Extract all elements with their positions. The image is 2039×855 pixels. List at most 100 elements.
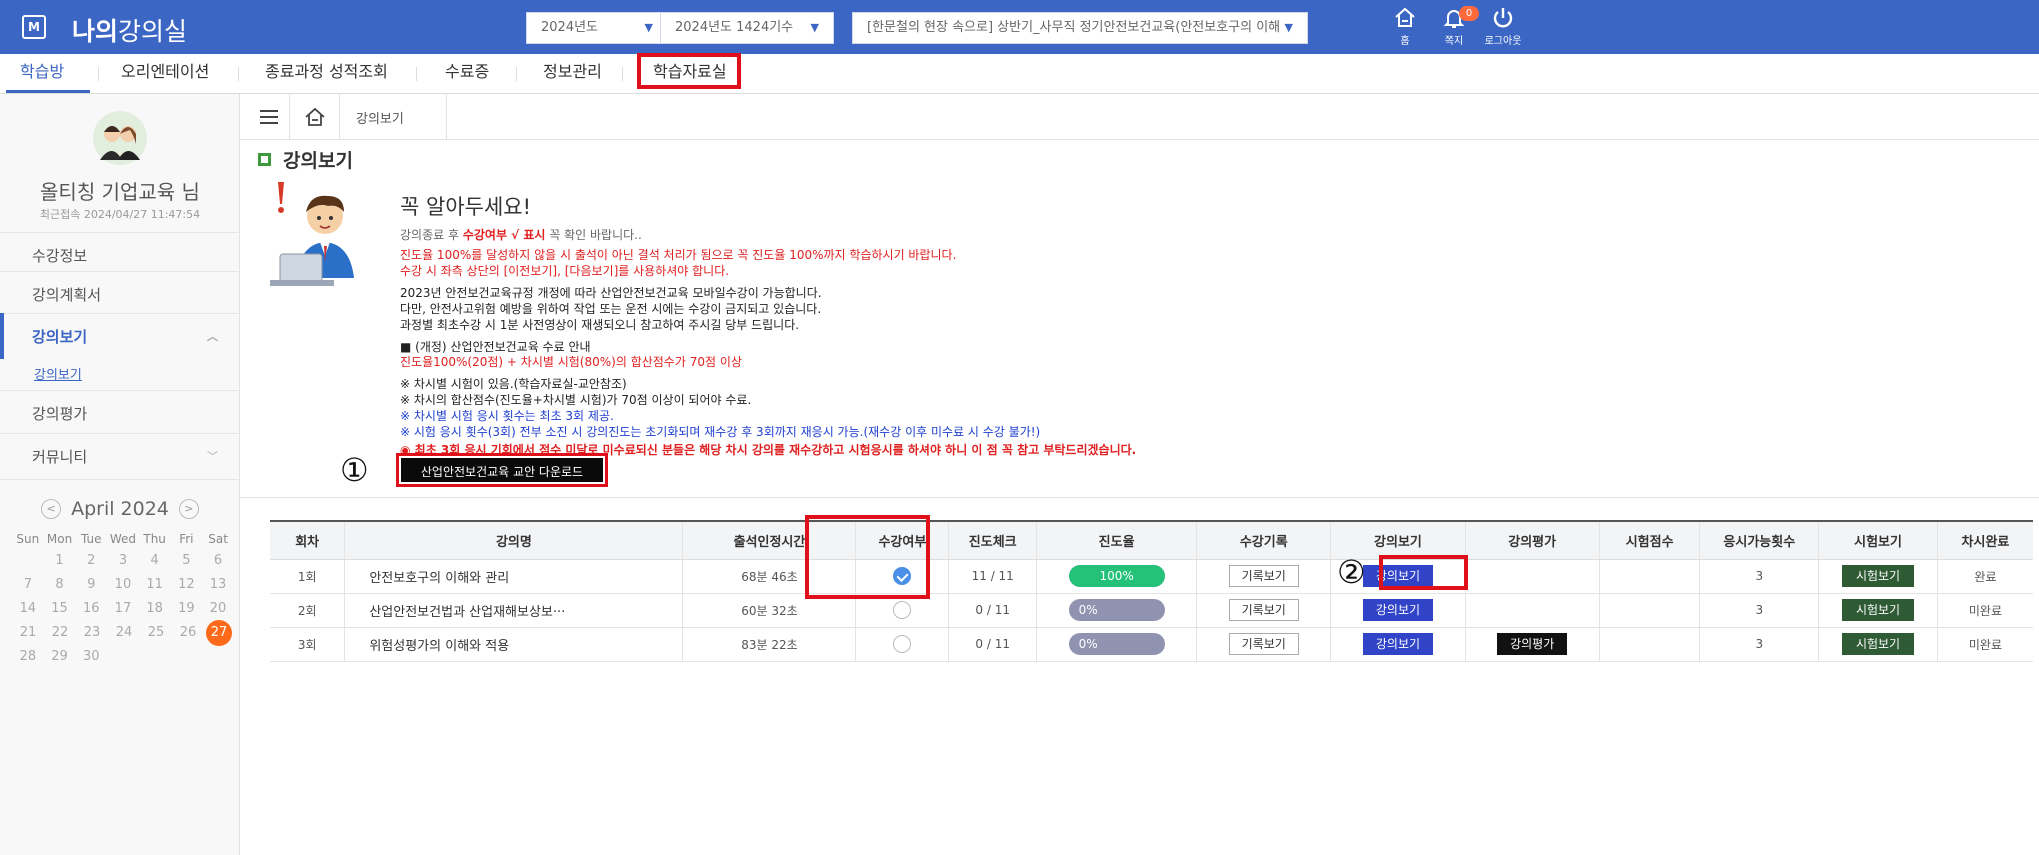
calendar-day[interactable]: 20: [204, 598, 232, 620]
marker-two: ②: [1337, 553, 1366, 591]
highlight-box-exam: [1379, 555, 1468, 590]
sidebar-item-label: 강의평가: [32, 405, 88, 423]
calendar-header: < April 2024 >: [0, 498, 240, 520]
cell-record: 기록보기: [1196, 593, 1331, 628]
cell-exam: 시험보기: [1818, 627, 1938, 662]
view-lecture-button[interactable]: 강의보기: [1362, 599, 1433, 621]
calendar-day[interactable]: 17: [109, 598, 137, 620]
calendar-day: [172, 646, 200, 668]
sidebar-item-community[interactable]: 커뮤니티 ﹀: [0, 433, 240, 479]
calendar-day[interactable]: 4: [141, 550, 169, 572]
calendar-day[interactable]: 10: [109, 574, 137, 596]
calendar-day[interactable]: 11: [141, 574, 169, 596]
cell-score: [1598, 593, 1700, 628]
calendar-day[interactable]: 14: [14, 598, 42, 620]
table-row: 2회 산업안전보건법과 산업재해보상보··· 60분 32초 0 / 11 0%…: [270, 593, 2033, 628]
calendar-day[interactable]: 2: [77, 550, 105, 572]
nav-orientation[interactable]: 오리엔테이션: [121, 54, 209, 94]
nav-grade-inquiry[interactable]: 종료과정 성적조회: [265, 54, 388, 94]
take-exam-button[interactable]: 시험보기: [1842, 599, 1915, 621]
breadcrumb-home-button[interactable]: [290, 94, 340, 139]
calendar-day[interactable]: 15: [46, 598, 74, 620]
calendar-prev-button[interactable]: <: [41, 499, 62, 519]
notice-line: 강의종료 후 수강여부 √ 표시 꼭 확인 바랍니다..: [400, 226, 642, 243]
teacher-illustration: [270, 182, 354, 286]
calendar-day: [109, 646, 137, 668]
table-row: 3회 위험성평가의 이해와 적용 83분 22초 0 / 11 0% 기록보기 …: [270, 627, 2033, 662]
calendar-day[interactable]: 22: [46, 622, 74, 644]
calendar-day[interactable]: 26: [174, 622, 202, 644]
calendar-day[interactable]: 21: [14, 622, 42, 644]
calendar-day[interactable]: 7: [14, 574, 42, 596]
sidebar-item-label: 강의보기: [32, 328, 88, 346]
nav-certificate[interactable]: 수료증: [445, 54, 489, 94]
calendar-day[interactable]: 25: [142, 622, 170, 644]
menu-toggle-button[interactable]: [248, 94, 290, 139]
term-select[interactable]: 2024년도 1424기수 ▼: [660, 12, 834, 44]
weekday: Sat: [208, 532, 228, 546]
cell-progress: 0%: [1036, 593, 1197, 628]
calendar-day[interactable]: 19: [172, 598, 200, 620]
calendar-day[interactable]: 29: [46, 646, 74, 668]
chevron-down-icon: ﹀: [207, 450, 218, 463]
view-lecture-button[interactable]: 강의보기: [1362, 633, 1433, 655]
nav-study-room[interactable]: 학습방: [20, 54, 64, 94]
sidebar-item-label: 강의계획서: [32, 286, 102, 304]
cell-no: 3회: [270, 627, 345, 662]
calendar-day[interactable]: [14, 550, 42, 572]
calendar-day[interactable]: 13: [204, 574, 232, 596]
calendar-day[interactable]: 5: [172, 550, 200, 572]
calendar-day[interactable]: 24: [110, 622, 138, 644]
unattended-circle-icon: [893, 601, 912, 619]
app-title: 나의강의실: [72, 12, 187, 48]
year-select[interactable]: 2024년도 ▼: [526, 12, 668, 44]
calendar-day[interactable]: 6: [204, 550, 232, 572]
col-header-no: 회차: [270, 520, 345, 560]
nav-divider: [98, 67, 99, 81]
nav-divider: [416, 67, 417, 81]
download-material-button[interactable]: 산업안전보건교육 교안 다운로드: [396, 453, 608, 487]
view-record-button[interactable]: 기록보기: [1228, 599, 1299, 621]
course-select[interactable]: [한문철의 현장 속으로] 상반기_사무직 정기안전보건교육(안전보호구의 이해…: [852, 12, 1308, 44]
calendar-day[interactable]: 18: [141, 598, 169, 620]
sidebar-item-evaluation[interactable]: 강의평가: [0, 390, 240, 436]
view-record-button[interactable]: 기록보기: [1228, 565, 1299, 587]
notice-line: 수강 시 좌측 상단의 [이전보기], [다음보기]를 사용하셔야 합니다.: [400, 264, 730, 278]
home-label: 홈: [1400, 36, 1410, 47]
avatar: [93, 111, 147, 165]
cell-check: 0 / 11: [948, 627, 1037, 662]
calendar-day[interactable]: 8: [46, 574, 74, 596]
take-exam-button[interactable]: 시험보기: [1842, 633, 1915, 655]
calendar-day-today[interactable]: 27: [206, 620, 232, 646]
calendar-next-button[interactable]: >: [178, 499, 199, 519]
notice-line: 다만, 안전사고위험 예방을 위하여 작업 또는 운전 시에는 수강이 금지되고…: [400, 302, 822, 316]
calendar-day[interactable]: 30: [77, 646, 105, 668]
cell-no: 2회: [270, 593, 345, 628]
calendar-day[interactable]: 1: [46, 550, 74, 572]
calendar-day[interactable]: 28: [14, 646, 42, 668]
take-exam-button[interactable]: 시험보기: [1842, 565, 1915, 587]
nav-active-indicator: [6, 90, 90, 93]
sidebar-item-syllabus[interactable]: 강의계획서: [0, 271, 240, 317]
logout-link[interactable]: 로그아웃: [1474, 6, 1532, 47]
calendar-day[interactable]: 23: [78, 622, 106, 644]
calendar-day[interactable]: 9: [77, 574, 105, 596]
cell-no: 1회: [270, 559, 345, 594]
message-link[interactable]: 0 쪽지: [1429, 6, 1479, 47]
nav-info-manage[interactable]: 정보관리: [543, 54, 602, 94]
unattended-circle-icon: [893, 635, 912, 653]
weekday: Mon: [46, 532, 73, 546]
cell-done: 미완료: [1936, 627, 2033, 662]
sidebar-item-lectures[interactable]: 강의보기 ︿: [0, 313, 240, 359]
evaluate-lecture-button[interactable]: 강의평가: [1497, 633, 1568, 655]
home-icon: [304, 107, 325, 126]
table-row: 1회 안전보호구의 이해와 관리 68분 46초 11 / 11 100% 기록…: [270, 559, 2033, 594]
calendar-day[interactable]: 16: [77, 598, 105, 620]
calendar-day[interactable]: 12: [172, 574, 200, 596]
cell-eval: 강의평가: [1464, 627, 1600, 662]
calendar-day[interactable]: 3: [109, 550, 137, 572]
home-link[interactable]: 홈: [1380, 6, 1430, 47]
hamburger-icon: [259, 109, 278, 124]
view-record-button[interactable]: 기록보기: [1228, 633, 1299, 655]
calendar-day: [141, 646, 169, 668]
